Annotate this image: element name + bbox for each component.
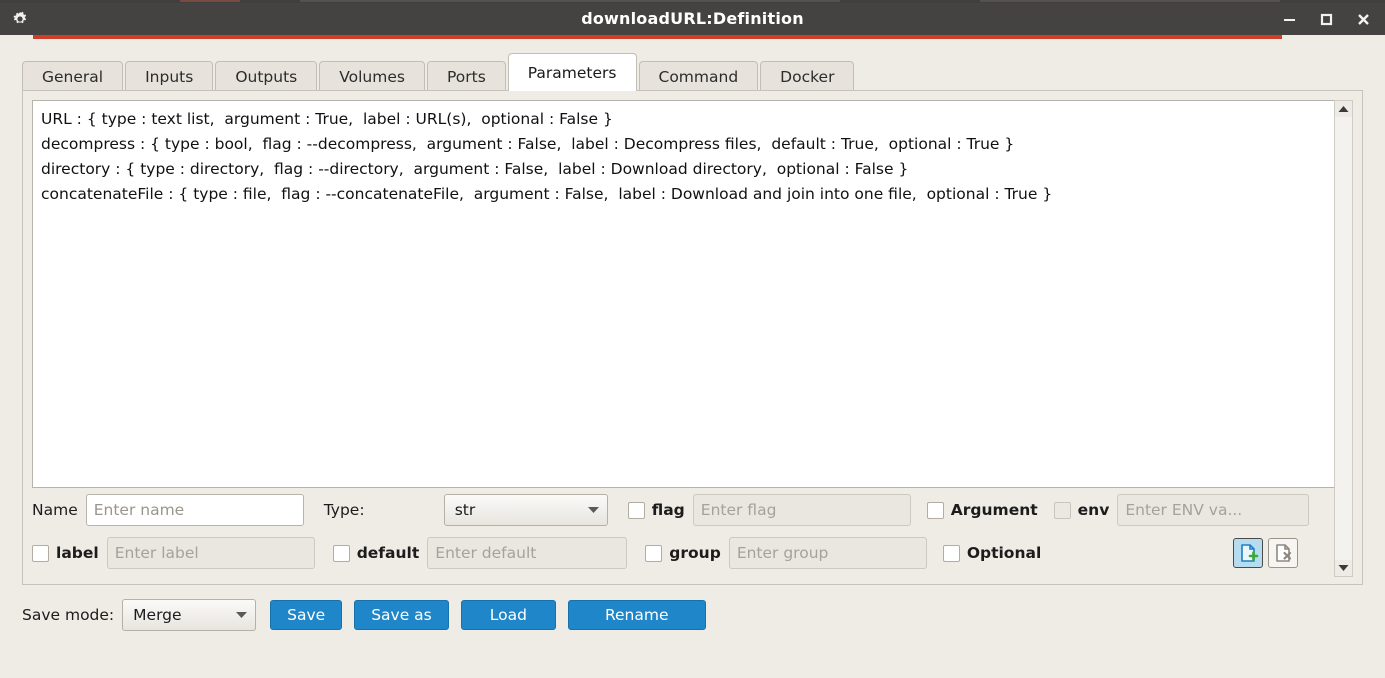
chevron-down-icon	[236, 612, 248, 618]
name-label: Name	[32, 501, 78, 519]
tab-volumes[interactable]: Volumes	[319, 61, 425, 91]
tab-bar: General Inputs Outputs Volumes Ports Par…	[22, 53, 1363, 91]
tab-general[interactable]: General	[22, 61, 124, 91]
tab-outputs[interactable]: Outputs	[215, 61, 318, 91]
default-checkbox[interactable]	[332, 544, 350, 562]
parameters-scrollbar[interactable]	[1334, 100, 1353, 577]
save-button[interactable]: Save	[270, 600, 343, 630]
argument-checkbox-label: Argument	[950, 501, 1038, 519]
tab-inputs[interactable]: Inputs	[125, 61, 214, 91]
chevron-down-icon	[587, 507, 599, 513]
window-controls	[1282, 3, 1371, 35]
parameters-panel: URL : { type : text list, argument : Tru…	[22, 90, 1363, 585]
env-input[interactable]: Enter ENV va...	[1117, 494, 1310, 526]
optional-checkbox[interactable]	[942, 544, 960, 562]
parameter-line: concatenateFile : { type : file, flag : …	[41, 185, 1053, 203]
optional-checkbox-label: Optional	[966, 544, 1042, 562]
label-checkbox[interactable]	[32, 544, 49, 562]
parameter-line: directory : { type : directory, flag : -…	[41, 160, 909, 178]
tab-ports[interactable]: Ports	[426, 61, 506, 91]
definition-window: downloadURL:Definition General Inputs Ou…	[0, 3, 1385, 678]
label-checkbox-label: label	[56, 544, 99, 562]
close-icon[interactable]	[1356, 12, 1371, 27]
title-bar: downloadURL:Definition	[0, 3, 1385, 35]
background-sliver-segment	[980, 0, 1280, 2]
parameter-form-row-2: label Enter label default Enter default …	[32, 533, 1335, 573]
rename-button[interactable]: Rename	[567, 600, 706, 630]
parameter-form-row-1: Name Enter name Type: str flag Enter fla…	[32, 490, 1335, 530]
scroll-down-icon[interactable]	[1335, 560, 1352, 576]
default-checkbox-label: default	[356, 544, 420, 562]
flag-input[interactable]: Enter flag	[692, 494, 911, 526]
window-title: downloadURL:Definition	[581, 9, 804, 28]
flag-checkbox[interactable]	[627, 501, 645, 519]
tab-command[interactable]: Command	[638, 61, 759, 91]
parameter-form: Name Enter name Type: str flag Enter fla…	[32, 490, 1335, 577]
group-checkbox[interactable]	[645, 544, 663, 562]
load-button[interactable]: Load	[460, 600, 556, 630]
save-as-button[interactable]: Save as	[354, 600, 449, 630]
parameter-line: decompress : { type : bool, flag : --dec…	[41, 135, 1015, 153]
env-checkbox[interactable]	[1053, 501, 1071, 519]
tab-parameters[interactable]: Parameters	[507, 53, 637, 91]
flag-checkbox-label: flag	[651, 501, 685, 519]
type-select-value: str	[454, 501, 476, 519]
argument-checkbox[interactable]	[926, 501, 944, 519]
scroll-up-icon[interactable]	[1335, 101, 1352, 117]
env-checkbox-label: env	[1077, 501, 1110, 519]
group-input[interactable]: Enter group	[728, 537, 927, 569]
group-checkbox-label: group	[669, 544, 721, 562]
minimize-icon[interactable]	[1282, 12, 1297, 27]
label-input[interactable]: Enter label	[106, 537, 315, 569]
parameters-inner: URL : { type : text list, argument : Tru…	[32, 100, 1335, 577]
tab-docker[interactable]: Docker	[760, 61, 855, 91]
default-input[interactable]: Enter default	[427, 537, 628, 569]
type-label: Type:	[323, 501, 365, 519]
title-accent-bar	[33, 35, 1282, 39]
background-sliver-segment	[300, 0, 840, 2]
bottom-toolbar: Save mode: Merge Save Save as Load Renam…	[22, 599, 718, 631]
name-input[interactable]: Enter name	[85, 494, 304, 526]
type-select[interactable]: str	[443, 494, 608, 526]
save-mode-label: Save mode:	[22, 606, 115, 624]
delete-parameter-icon[interactable]	[1268, 538, 1299, 568]
save-mode-select[interactable]: Merge	[122, 599, 257, 631]
add-parameter-icon[interactable]	[1233, 538, 1264, 568]
save-mode-value: Merge	[133, 606, 182, 624]
parameter-line: URL : { type : text list, argument : Tru…	[41, 110, 613, 128]
parameters-text-editor[interactable]: URL : { type : text list, argument : Tru…	[32, 100, 1335, 488]
maximize-icon[interactable]	[1319, 12, 1334, 27]
background-sliver-segment	[180, 0, 240, 2]
